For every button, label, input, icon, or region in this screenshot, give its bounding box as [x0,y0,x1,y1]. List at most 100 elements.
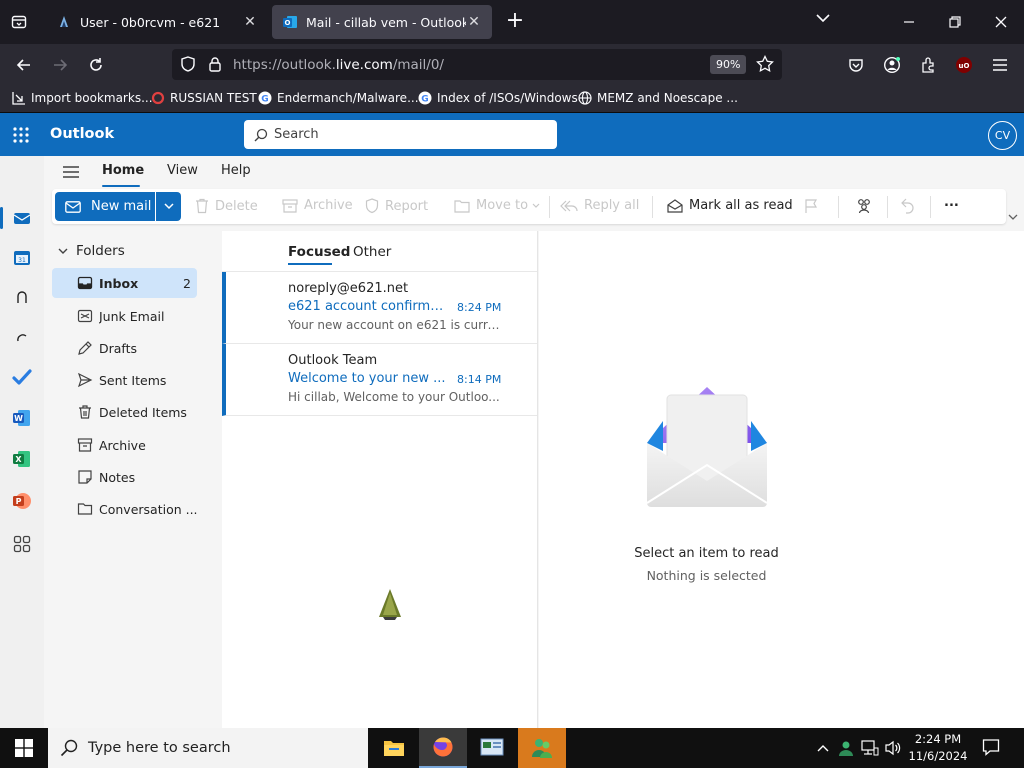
close-tab-icon[interactable]: ✕ [242,14,258,30]
shield-icon [365,198,379,214]
folder-drafts[interactable]: Drafts [52,333,197,363]
search-input[interactable]: Search [244,120,557,149]
bookmark-item[interactable]: RUSSIAN TEST [151,91,257,105]
back-icon[interactable] [11,52,37,78]
bookmark-item[interactable]: Import bookmarks... [12,91,153,105]
tab-e621[interactable]: User - 0b0rcvm - e621 ✕ [46,5,268,39]
close-tab-icon[interactable]: ✕ [466,14,482,30]
new-mail-dropdown[interactable] [156,192,181,221]
archive-button[interactable]: Archive [282,198,353,213]
folder-junk-email[interactable]: Junk Email [52,301,197,331]
message-list: Focused Other noreply@e621.net e621 acco… [222,231,538,728]
svg-text:31: 31 [18,257,26,264]
menu-icon[interactable] [989,54,1011,76]
report-button[interactable]: Report [365,198,428,214]
folder-sent-items[interactable]: Sent Items [52,365,197,395]
open-envelope-illustration-icon [646,387,768,507]
taskbar-search-input[interactable]: Type here to search [48,728,368,768]
delete-button[interactable]: Delete [195,198,258,214]
address-bar[interactable]: https://outlook.live.com/mail/0/ 90% [172,49,782,80]
chevron-up-icon[interactable] [813,739,833,757]
folder-deleted-items[interactable]: Deleted Items [52,397,197,427]
tab-home[interactable]: Home [102,163,144,178]
chevron-down-icon[interactable] [816,12,830,26]
reading-pane-subtitle: Nothing is selected [646,568,767,583]
folders-header[interactable]: Folders [58,243,125,259]
hamburger-icon[interactable] [62,164,80,180]
bookmark-item[interactable]: MEMZ and Noescape ... [578,91,738,105]
calendar-app-icon[interactable]: 31 [10,246,34,270]
folder-inbox[interactable]: Inbox 2 [52,268,197,298]
flag-button[interactable] [804,198,824,214]
close-window-icon[interactable] [989,10,1013,34]
notification-icon[interactable] [982,738,1000,759]
message-preview: Your new account on e621 is curre... [288,318,502,332]
people-app-icon[interactable] [10,286,34,310]
file-explorer-icon[interactable] [370,728,418,768]
trash-icon [195,198,209,214]
folder-conversation-history[interactable]: Conversation ... [52,494,197,524]
extensions-icon[interactable] [917,54,939,76]
powerpoint-app-icon[interactable]: P [10,489,34,513]
windows-taskbar: Type here to search 2:24 PM 11/6/2024 [0,728,1024,768]
taskbar-clock[interactable]: 2:24 PM 11/6/2024 [906,731,970,765]
people-tray-icon[interactable] [836,739,856,757]
chevron-down-icon[interactable] [1008,210,1018,224]
tab-other[interactable]: Other [353,244,391,260]
tab-list-icon[interactable] [6,10,32,34]
mark-all-read-button[interactable]: Mark all as read [667,198,793,213]
more-options-button[interactable]: ... [944,195,959,210]
message-item[interactable]: noreply@e621.net e621 account confirmati… [222,272,537,344]
avatar[interactable]: CV [988,121,1017,150]
bookmark-item[interactable]: G Index of /ISOs/Windows [418,91,578,105]
network-icon[interactable] [860,739,880,757]
forward-icon[interactable] [47,52,73,78]
folder-notes[interactable]: Notes [52,462,197,492]
excel-app-icon[interactable]: X [10,447,34,471]
outlook-brand[interactable]: Outlook [50,126,114,142]
zoom-level-badge[interactable]: 90% [710,55,747,74]
reload-icon[interactable] [83,52,109,78]
firefox-icon[interactable] [419,728,467,768]
tab-focused[interactable]: Focused [288,244,350,260]
account-icon[interactable] [881,54,903,76]
bookmark-star-icon[interactable] [756,54,774,76]
start-button[interactable] [0,728,48,768]
more-apps-icon[interactable] [10,532,34,556]
app-launcher-icon[interactable] [12,126,30,144]
url-text: https://outlook.live.com/mail/0/ [233,57,444,73]
new-mail-button[interactable]: New mail [55,192,155,221]
volume-icon[interactable] [883,739,903,757]
chevron-down-icon [163,203,174,210]
word-app-icon[interactable]: W [10,406,34,430]
todo-app-icon[interactable] [10,365,34,389]
tab-view[interactable]: View [167,163,198,178]
files-app-icon[interactable] [10,326,34,350]
tab-help[interactable]: Help [221,163,251,178]
undo-button[interactable] [901,198,921,214]
bookmarks-toolbar: Import bookmarks... RUSSIAN TEST G Ender… [0,85,1024,113]
bookmark-item[interactable]: G Endermanch/Malware... [258,91,419,105]
tracking-shield-icon[interactable] [180,56,196,75]
search-icon [254,128,268,142]
minimize-icon[interactable] [897,10,921,34]
lock-icon[interactable] [208,56,222,75]
message-item[interactable]: Outlook Team Welcome to your new ... 8:1… [222,344,537,416]
people-app-icon[interactable] [518,728,566,768]
control-panel-icon[interactable] [468,728,516,768]
reply-all-button[interactable]: Reply all [560,198,639,213]
new-tab-icon[interactable]: + [504,10,526,34]
groups-button[interactable] [855,198,879,214]
ublock-icon[interactable]: uO [953,54,975,76]
active-tab-indicator [288,263,332,265]
svg-text:G: G [261,95,268,105]
message-subject: Welcome to your new ... [288,371,446,386]
pocket-icon[interactable] [845,54,867,76]
restore-icon[interactable] [943,10,967,34]
outlook-header: Outlook Search CV [0,113,1024,156]
import-icon [12,91,26,105]
tab-outlook[interactable]: O Mail - cillab vem - Outlook ✕ [272,5,492,39]
move-to-button[interactable]: Move to [454,198,540,213]
folder-archive[interactable]: Archive [52,430,197,460]
mail-app-icon[interactable] [10,206,34,230]
